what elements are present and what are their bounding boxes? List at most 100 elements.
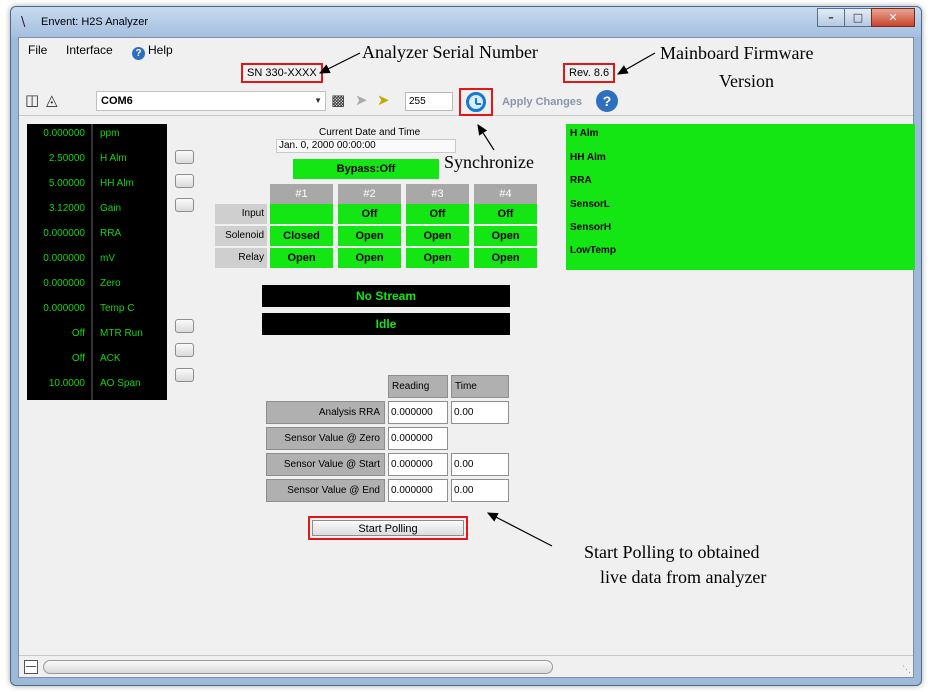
alarm-panel: H Alm HH Alm RRA SensorL SensorH LowTemp — [566, 124, 915, 270]
mtr-run-button[interactable] — [175, 319, 194, 333]
address-icon[interactable]: ➤ — [377, 91, 390, 109]
reading-row: 0.000000 mV — [27, 249, 167, 273]
com-port-value: COM6 — [101, 95, 133, 107]
firmware-revision: Rev. 8.6 — [563, 63, 616, 83]
alarm-item: LowTemp — [570, 245, 616, 256]
reading-row: 0.000000 ppm — [27, 124, 167, 148]
reading-label: H Alm — [100, 153, 127, 164]
input-cell: Off — [474, 204, 537, 224]
help-icon: ? — [132, 47, 145, 60]
menu-interface[interactable]: Interface — [66, 43, 113, 57]
menu-file[interactable]: File — [28, 43, 47, 57]
close-button[interactable]: ✕ — [871, 8, 915, 27]
reading-row: 0.000000 Zero — [27, 274, 167, 298]
window-controls: – □ ✕ — [817, 8, 915, 27]
row-label-input: Input — [215, 204, 267, 224]
app-window: \ Envent: H2S Analyzer – □ ✕ File Interf… — [10, 6, 922, 686]
analysis-reading: 0.000000 — [388, 427, 448, 450]
start-polling-label: Start Polling — [312, 520, 464, 536]
h-alm-set-button[interactable] — [175, 150, 194, 164]
panel-toggle-icon[interactable] — [24, 660, 38, 674]
column-header-reading: Reading — [388, 375, 448, 398]
maximize-button[interactable]: □ — [844, 8, 872, 27]
reading-label: Zero — [100, 278, 121, 289]
reading-row: 2.50000 H Alm — [27, 149, 167, 173]
annotation-firmware: Mainboard Firmware — [660, 43, 814, 63]
reading-label: ppm — [100, 128, 120, 139]
reading-row: Off MTR Run — [27, 324, 167, 348]
horizontal-scrollbar[interactable] — [43, 660, 553, 674]
device-icon[interactable]: ▩ — [331, 91, 345, 109]
reading-value: 0.000000 — [43, 303, 85, 314]
bypass-status[interactable]: Bypass:Off — [293, 159, 439, 179]
apply-changes-button[interactable]: Apply Changes — [497, 92, 587, 112]
alarm-item: SensorH — [570, 222, 612, 233]
column-header-time: Time — [451, 375, 509, 398]
reading-label: HH Alm — [100, 178, 134, 189]
reading-label: mV — [100, 253, 115, 264]
stream-header: #1 — [270, 184, 333, 204]
connect-icon[interactable]: ◫ — [25, 91, 39, 109]
solenoid-cell[interactable]: Open — [406, 226, 469, 246]
analysis-time: 0.00 — [451, 401, 509, 424]
solenoid-cell[interactable]: Open — [474, 226, 537, 246]
analysis-time: 0.00 — [451, 479, 509, 502]
relay-cell[interactable]: Open — [406, 248, 469, 268]
solenoid-cell[interactable]: Open — [338, 226, 401, 246]
reading-label: MTR Run — [100, 328, 143, 339]
alarm-item: RRA — [570, 175, 592, 186]
analysis-row-label: Sensor Value @ End — [266, 479, 385, 502]
reading-value: Off — [71, 328, 85, 339]
reading-row: 0.000000 RRA — [27, 224, 167, 248]
reading-row: 10.0000 AO Span — [27, 374, 167, 398]
relay-cell[interactable]: Open — [270, 248, 333, 268]
solenoid-cell[interactable]: Closed — [270, 226, 333, 246]
alarm-item: SensorL — [570, 199, 611, 210]
window-title: Envent: H2S Analyzer — [41, 16, 149, 28]
ack-button[interactable] — [175, 343, 194, 357]
menu-help[interactable]: ? Help — [132, 43, 173, 60]
help-button[interactable]: ? — [596, 90, 618, 112]
app-logo-icon: \ — [21, 15, 26, 30]
analysis-row-label: Analysis RRA — [266, 401, 385, 424]
resize-grip-icon[interactable]: ⋱ — [902, 664, 911, 675]
annotation-firmware-2: Version — [719, 71, 774, 91]
alarm-item: H Alm — [570, 128, 599, 139]
com-port-select[interactable]: COM6 ▼ — [96, 91, 326, 111]
annotation-polling: Start Polling to obtained — [584, 542, 760, 562]
toolbar: ◫ ◬ COM6 ▼ ▩ ➤ ➤ 255 Apply Changes ? — [19, 86, 913, 116]
menu-help-label: Help — [148, 43, 173, 57]
annotation-serial: Analyzer Serial Number — [362, 42, 538, 62]
input-cell — [270, 204, 333, 224]
reading-label: AO Span — [100, 378, 141, 389]
reading-value: 5.00000 — [48, 178, 85, 189]
reading-value: 0.000000 — [43, 128, 85, 139]
stream-header: #4 — [474, 184, 537, 204]
reading-value: 0.000000 — [43, 278, 85, 289]
start-polling-button[interactable]: Start Polling — [308, 516, 468, 540]
flashlight-icon[interactable]: ➤ — [355, 91, 368, 109]
chevron-down-icon: ▼ — [314, 96, 322, 105]
reading-row: 0.000000 Temp C — [27, 299, 167, 323]
hh-alm-set-button[interactable] — [175, 174, 194, 188]
synchronize-button[interactable] — [459, 88, 493, 116]
reading-row: 5.00000 HH Alm — [27, 174, 167, 198]
stream-status: No Stream — [262, 285, 510, 307]
reading-row: 3.12000 Gain — [27, 199, 167, 223]
row-label-solenoid: Solenoid — [215, 226, 267, 246]
disconnect-icon[interactable]: ◬ — [46, 91, 58, 109]
minimize-button[interactable]: – — [817, 8, 845, 27]
stream-header: #3 — [406, 184, 469, 204]
reading-label: RRA — [100, 228, 122, 239]
analysis-row-label: Sensor Value @ Start — [266, 453, 385, 476]
ao-span-button[interactable] — [175, 368, 194, 382]
gain-set-button[interactable] — [175, 198, 194, 212]
title-bar[interactable]: \ Envent: H2S Analyzer – □ ✕ — [11, 7, 921, 37]
address-input[interactable]: 255 — [405, 92, 453, 111]
analyzer-state: Idle — [262, 313, 510, 335]
readings-panel: 0.000000 ppm 2.50000 H Alm 5.00000 HH Alm 3… — [27, 124, 167, 400]
reading-value: 0.000000 — [43, 253, 85, 264]
relay-cell[interactable]: Open — [474, 248, 537, 268]
relay-cell[interactable]: Open — [338, 248, 401, 268]
reading-row: Off ACK — [27, 349, 167, 373]
